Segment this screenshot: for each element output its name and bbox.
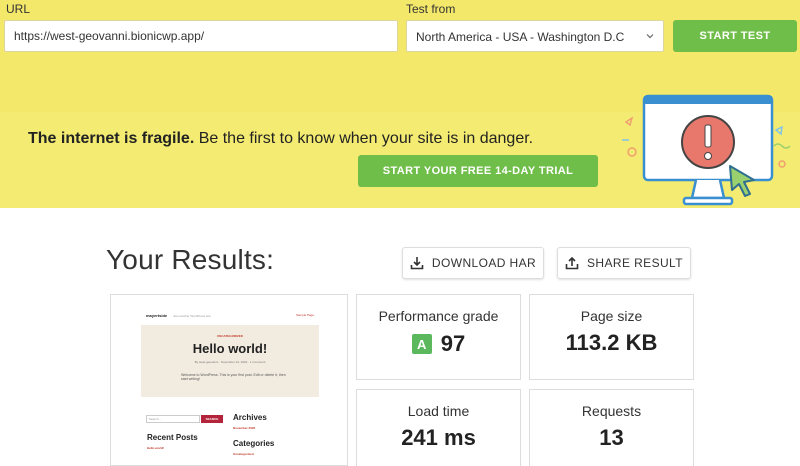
share-result-button[interactable]: SHARE RESULT: [557, 247, 691, 279]
preview-body: Welcome to WordPress. This is your first…: [181, 373, 286, 381]
start-test-button[interactable]: START TEST: [673, 20, 797, 52]
promo-headline-bold: The internet is fragile.: [28, 130, 195, 147]
download-icon: [410, 257, 424, 270]
grade-score: 97: [440, 331, 466, 356]
load-time-label: Load time: [407, 403, 470, 419]
url-input[interactable]: [4, 20, 398, 52]
requests-value: 13: [599, 425, 624, 450]
performance-grade-card: Performance grade A 97: [356, 294, 521, 380]
requests-card: Requests 13: [529, 389, 694, 466]
preview-nav: Sample Page: [295, 313, 314, 317]
chevron-down-icon: [646, 34, 654, 39]
promo-headline-rest: Be the first to know when your site is i…: [194, 130, 534, 147]
grade-badge: A: [411, 334, 432, 354]
share-icon: [565, 256, 579, 270]
promo-headline: The internet is fragile. Be the first to…: [28, 130, 533, 148]
promo-banner: The internet is fragile. Be the first to…: [0, 94, 800, 208]
preview-archives: Archives: [233, 413, 267, 422]
preview-post-title: Hello world!: [192, 341, 268, 356]
performance-grade-row: A 97: [357, 331, 520, 357]
preview-brand: mayertside: [146, 313, 168, 318]
preview-category: UNCATEGORIZED: [217, 334, 243, 338]
page-size-value: 113.2 KB: [565, 330, 658, 355]
preview-categories: Categories: [233, 439, 275, 448]
url-label: URL: [6, 2, 31, 16]
preview-category-link: Uncategorized: [233, 452, 254, 456]
preview-recent-link: Hello world!: [147, 446, 165, 450]
download-har-label: DOWNLOAD HAR: [431, 256, 537, 270]
preview-search-input: Search ...: [146, 415, 200, 423]
preview-search-button: SEARCH: [201, 415, 223, 423]
site-screenshot: mayertside Just another WordPress site S…: [141, 307, 319, 466]
preview-meta: By west-geovanni · November 24, 2020 · 1…: [194, 360, 266, 364]
share-result-label: SHARE RESULT: [587, 256, 683, 270]
page-size-label: Page size: [580, 308, 643, 324]
preview-hero: UNCATEGORIZED Hello world! By west-geova…: [141, 325, 319, 397]
site-preview: mayertside Just another WordPress site S…: [110, 294, 348, 466]
location-label: Test from: [406, 2, 456, 16]
performance-grade-label: Performance grade: [378, 308, 499, 324]
monitor-alert-icon: [622, 94, 791, 206]
preview-tagline: Just another WordPress site: [173, 313, 211, 318]
requests-label: Requests: [581, 403, 642, 419]
preview-recent-posts: Recent Posts: [147, 433, 198, 442]
preview-archive-link: November 2020: [233, 426, 256, 430]
page-size-card: Page size 113.2 KB: [529, 294, 694, 380]
load-time-value: 241 ms: [401, 425, 476, 450]
free-trial-button[interactable]: START YOUR FREE 14-DAY TRIAL: [358, 155, 598, 187]
location-select[interactable]: North America - USA - Washington D.C: [406, 20, 664, 52]
location-value: North America - USA - Washington D.C: [416, 30, 625, 44]
load-time-card: Load time 241 ms: [356, 389, 521, 466]
download-har-button[interactable]: DOWNLOAD HAR: [402, 247, 544, 279]
results-title: Your Results:: [106, 244, 275, 275]
